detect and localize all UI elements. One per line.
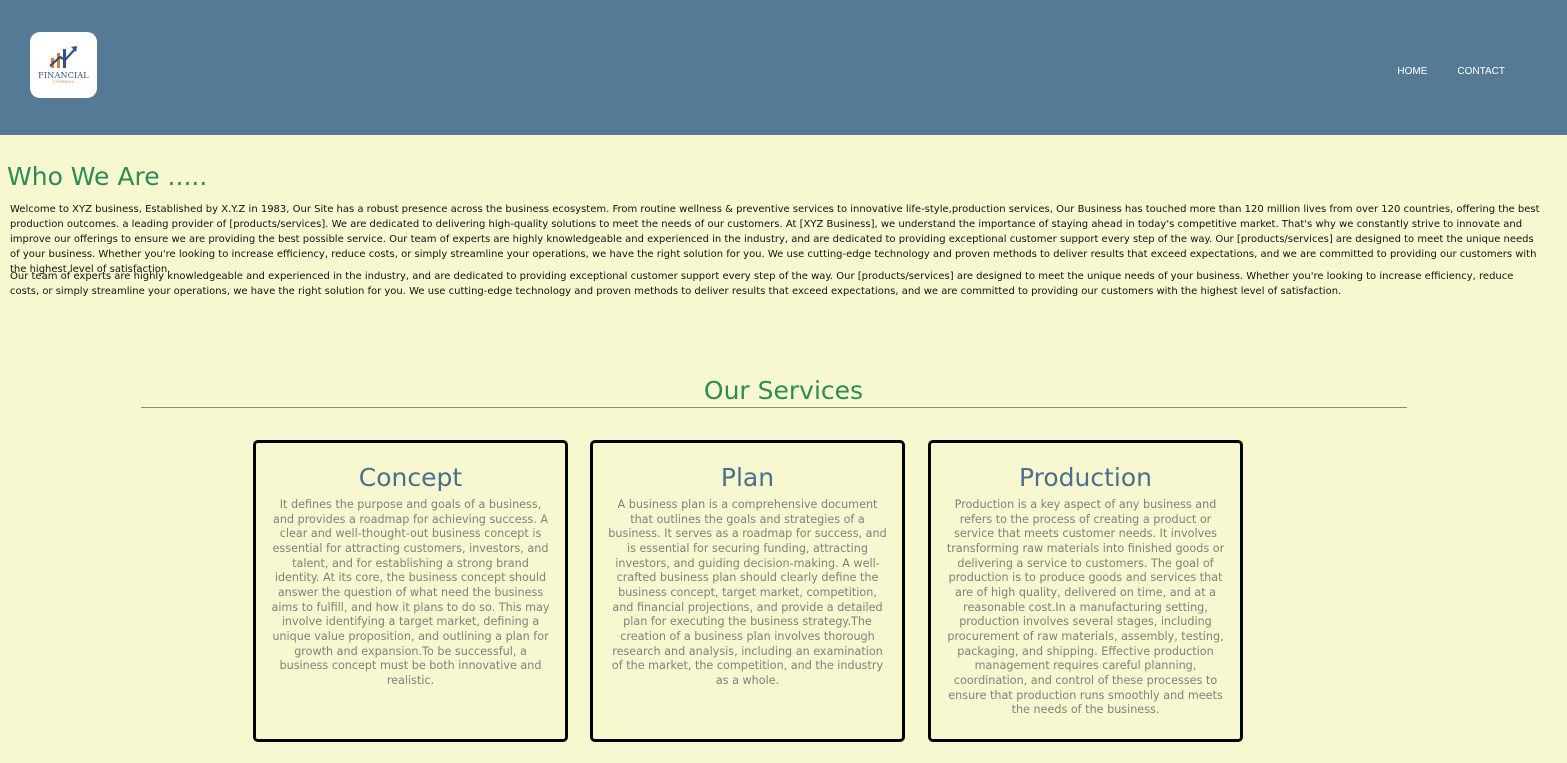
rising-chart-logo-icon bbox=[49, 46, 77, 68]
nav-home-link[interactable]: HOME bbox=[1397, 66, 1427, 78]
company-logo[interactable]: FINANCIAL COMPANY bbox=[30, 32, 97, 98]
about-paragraph-1: Welcome to XYZ business, Established by … bbox=[10, 204, 1540, 275]
logo-subtext: COMPANY bbox=[52, 80, 75, 84]
about-paragraph-2: Our team of experts are highly knowledge… bbox=[10, 271, 1514, 297]
nav-contact-link[interactable]: CONTACT bbox=[1457, 66, 1505, 78]
services-heading: Our Services bbox=[703, 376, 864, 405]
service-card-text: A business plan is a comprehensive docum… bbox=[608, 498, 887, 687]
service-card-title: Concept bbox=[358, 463, 463, 492]
service-card-concept: Concept It defines the purpose and goals… bbox=[253, 440, 568, 742]
service-card-title: Plan bbox=[720, 463, 775, 492]
service-card-plan: Plan A business plan is a comprehensive … bbox=[590, 440, 905, 742]
service-card-text: Production is a key aspect of any busine… bbox=[946, 498, 1225, 717]
service-card-text: It defines the purpose and goals of a bu… bbox=[271, 498, 550, 687]
site-header: FINANCIAL COMPANY HOME CONTACT bbox=[0, 0, 1567, 135]
main-nav: HOME CONTACT bbox=[1397, 66, 1505, 78]
logo-wordmark: FINANCIAL bbox=[38, 71, 89, 80]
services-divider bbox=[141, 407, 1407, 408]
service-card-title: Production bbox=[1018, 463, 1152, 492]
service-card-production: Production Production is a key aspect of… bbox=[928, 440, 1243, 742]
who-we-are-heading: Who We Are ..... bbox=[7, 162, 208, 191]
